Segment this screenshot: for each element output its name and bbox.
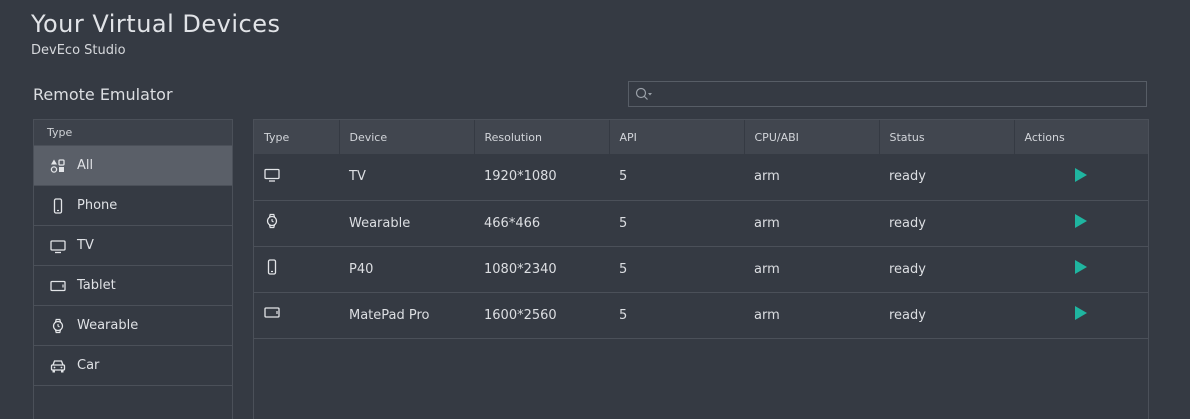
watch-icon bbox=[49, 317, 67, 335]
sidebar-item-phone[interactable]: Phone bbox=[34, 186, 232, 226]
page-subtitle: DevEco Studio bbox=[31, 43, 126, 58]
device-status: ready bbox=[889, 261, 926, 277]
table-row[interactable]: TV 1920*1080 5 arm ready bbox=[254, 154, 1148, 200]
device-api: 5 bbox=[619, 261, 628, 277]
device-status: ready bbox=[889, 307, 926, 323]
device-type-sidebar: Type All Phone TV Tablet Wearable Car bbox=[33, 119, 233, 419]
phone-icon bbox=[49, 197, 67, 215]
device-cpu: arm bbox=[754, 261, 780, 277]
device-resolution: 466*466 bbox=[484, 215, 541, 231]
column-header-cpu[interactable]: CPU/ABI bbox=[744, 120, 880, 154]
sidebar-item-label: TV bbox=[77, 238, 94, 253]
search-box[interactable] bbox=[628, 81, 1147, 107]
sidebar-item-label: Wearable bbox=[77, 318, 139, 333]
device-name: MatePad Pro bbox=[349, 307, 430, 323]
device-cpu: arm bbox=[754, 169, 780, 185]
watch-icon bbox=[264, 213, 280, 233]
device-name: P40 bbox=[349, 261, 374, 277]
sidebar-item-label: Tablet bbox=[77, 278, 116, 293]
device-status: ready bbox=[889, 215, 926, 231]
sidebar-item-label: Phone bbox=[77, 198, 118, 213]
play-icon[interactable] bbox=[1074, 259, 1088, 279]
sidebar-item-wearable[interactable]: Wearable bbox=[34, 306, 232, 346]
tv-icon bbox=[264, 168, 280, 186]
device-api: 5 bbox=[619, 307, 628, 323]
apps-icon bbox=[49, 157, 67, 175]
tv-icon bbox=[49, 237, 67, 255]
device-resolution: 1080*2340 bbox=[484, 261, 557, 277]
device-table: Type Device Resolution API CPU/ABI Statu… bbox=[253, 119, 1149, 419]
column-header-device[interactable]: Device bbox=[339, 120, 475, 154]
device-status: ready bbox=[889, 169, 926, 185]
column-header-actions[interactable]: Actions bbox=[1014, 120, 1148, 154]
sidebar-item-label: All bbox=[77, 158, 94, 173]
column-header-status[interactable]: Status bbox=[879, 120, 1015, 154]
table-header-row: Type Device Resolution API CPU/ABI Statu… bbox=[254, 120, 1148, 154]
device-cpu: arm bbox=[754, 307, 780, 323]
sidebar-item-label: Car bbox=[77, 358, 100, 373]
phone-icon bbox=[264, 259, 280, 279]
table-row[interactable]: P40 1080*2340 5 arm ready bbox=[254, 246, 1148, 292]
sidebar-item-all[interactable]: All bbox=[34, 146, 232, 186]
table-row[interactable]: MatePad Pro 1600*2560 5 arm ready bbox=[254, 292, 1148, 338]
device-cpu: arm bbox=[754, 215, 780, 231]
search-input[interactable] bbox=[657, 82, 1146, 106]
play-icon[interactable] bbox=[1074, 167, 1088, 187]
column-header-api[interactable]: API bbox=[609, 120, 745, 154]
sidebar-item-tv[interactable]: TV bbox=[34, 226, 232, 266]
page-title: Your Virtual Devices bbox=[31, 10, 281, 38]
sidebar-item-tablet[interactable]: Tablet bbox=[34, 266, 232, 306]
tablet-icon bbox=[264, 307, 280, 324]
device-api: 5 bbox=[619, 169, 628, 185]
device-name: TV bbox=[349, 169, 366, 185]
device-api: 5 bbox=[619, 215, 628, 231]
table-row[interactable]: Wearable 466*466 5 arm ready bbox=[254, 200, 1148, 246]
sidebar-header: Type bbox=[34, 120, 232, 146]
section-title: Remote Emulator bbox=[33, 85, 173, 104]
column-header-resolution[interactable]: Resolution bbox=[474, 120, 610, 154]
device-name: Wearable bbox=[349, 215, 411, 231]
device-resolution: 1920*1080 bbox=[484, 169, 557, 185]
tablet-icon bbox=[49, 277, 67, 295]
car-icon bbox=[49, 357, 67, 375]
column-header-type[interactable]: Type bbox=[254, 120, 340, 154]
search-icon bbox=[635, 87, 653, 101]
play-icon[interactable] bbox=[1074, 213, 1088, 233]
play-icon[interactable] bbox=[1074, 305, 1088, 325]
sidebar-item-car[interactable]: Car bbox=[34, 346, 232, 386]
device-resolution: 1600*2560 bbox=[484, 307, 557, 323]
